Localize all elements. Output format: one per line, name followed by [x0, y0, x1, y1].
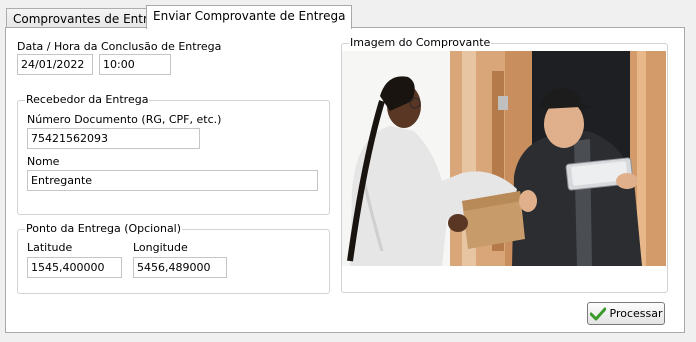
conclusao-label: Data / Hora da Conclusão de Entrega [17, 40, 222, 53]
processar-label: Processar [609, 307, 663, 320]
tab-enviar-comprovante[interactable]: Enviar Comprovante de Entrega [146, 5, 353, 29]
latitude-field[interactable] [27, 257, 122, 278]
delivery-photo [342, 51, 666, 266]
checkmark-icon [589, 307, 606, 321]
conclusao-time-field[interactable] [99, 54, 171, 75]
imagem-legend: Imagem do Comprovante [349, 36, 492, 49]
tab-strip: Comprovantes de Entrega Enviar Comprovan… [0, 0, 696, 29]
longitude-label: Longitude [133, 241, 188, 254]
documento-field[interactable] [27, 128, 200, 149]
processar-button[interactable]: Processar [587, 302, 665, 325]
documento-label: Número Documento (RG, CPF, etc.) [27, 113, 222, 126]
recebedor-legend: Recebedor da Entrega [25, 93, 150, 106]
ponto-legend: Ponto da Entrega (Opcional) [25, 222, 183, 235]
nome-label: Nome [27, 155, 60, 168]
nome-field[interactable] [27, 170, 318, 191]
latitude-label: Latitude [27, 241, 73, 254]
conclusao-date-field[interactable] [17, 54, 93, 75]
longitude-field[interactable] [133, 257, 227, 278]
